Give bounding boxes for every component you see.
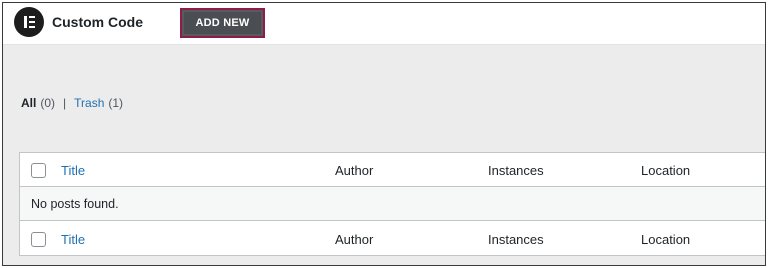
footer-column-title-link[interactable]: Title bbox=[61, 232, 85, 247]
filter-all-count: (0) bbox=[40, 96, 56, 110]
select-all-checkbox[interactable] bbox=[31, 163, 46, 178]
column-title-link[interactable]: Title bbox=[61, 163, 85, 178]
footer-column-author: Author bbox=[335, 232, 374, 247]
add-new-button-highlight[interactable]: ADD NEW bbox=[180, 8, 265, 38]
empty-row: No posts found. bbox=[20, 187, 765, 221]
filter-trash-link[interactable]: Trash bbox=[74, 96, 104, 110]
table-header-row: Title Author Instances Location bbox=[20, 153, 765, 187]
column-author: Author bbox=[335, 163, 374, 178]
footer-column-location: Location bbox=[641, 232, 691, 247]
empty-message: No posts found. bbox=[31, 197, 119, 211]
top-bar: Custom Code ADD NEW bbox=[3, 3, 765, 45]
admin-frame: Custom Code ADD NEW All (0) | Trash (1) … bbox=[2, 2, 766, 266]
select-all-checkbox-footer[interactable] bbox=[31, 232, 46, 247]
column-instances: Instances bbox=[488, 163, 544, 178]
page-title: Custom Code bbox=[52, 14, 143, 30]
status-filters: All (0) | Trash (1) bbox=[21, 96, 123, 110]
add-new-button[interactable]: ADD NEW bbox=[184, 12, 261, 34]
filter-all-link[interactable]: All bbox=[21, 96, 36, 110]
table-footer-row: Title Author Instances Location bbox=[20, 222, 765, 256]
posts-table: Title Author Instances Location No posts… bbox=[19, 152, 765, 256]
column-location: Location bbox=[641, 163, 691, 178]
filter-trash-count: (1) bbox=[108, 96, 124, 110]
footer-column-instances: Instances bbox=[488, 232, 544, 247]
elementor-logo-icon bbox=[14, 7, 44, 37]
filter-separator: | bbox=[63, 96, 67, 110]
